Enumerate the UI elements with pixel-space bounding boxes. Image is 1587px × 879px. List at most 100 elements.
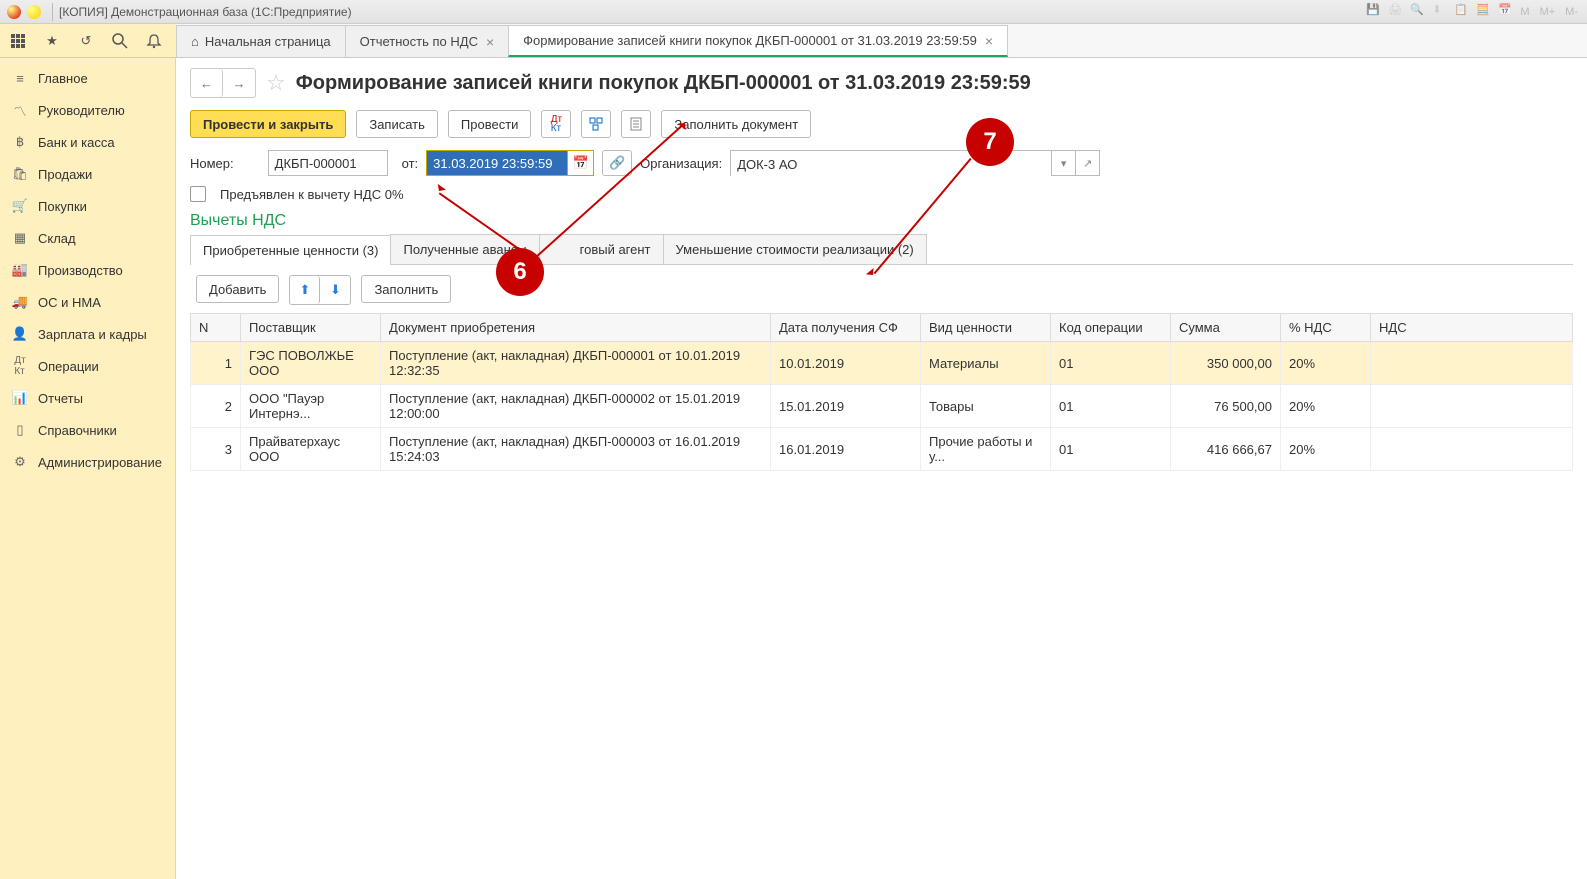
dropdown-icon[interactable] [26, 4, 42, 20]
move-down-button[interactable]: ⬇ [320, 276, 350, 304]
move-up-button[interactable]: ⬆ [290, 276, 320, 304]
apps-icon[interactable] [4, 27, 32, 55]
sidebar-item-catalogs[interactable]: ▯Справочники [0, 414, 175, 446]
tab-purchase-book[interactable]: Формирование записей книги покупок ДКБП-… [508, 25, 1008, 57]
topbar-tools: ★ ↺ [0, 24, 176, 57]
post-and-close-button[interactable]: Провести и закрыть [190, 110, 346, 138]
mem-mminus[interactable]: M- [1562, 6, 1581, 18]
sidebar-item-label: Покупки [38, 199, 87, 214]
subtab-acquired[interactable]: Приобретенные ценности (3) [190, 235, 391, 265]
table-row[interactable]: 3Прайватерхаус ОООПоступление (акт, накл… [191, 428, 1573, 471]
calendar-picker-icon[interactable]: 📅 [567, 151, 593, 175]
col-doc[interactable]: Документ приобретения [381, 314, 771, 342]
cell-type: Материалы [921, 342, 1051, 385]
history-icon[interactable]: ↺ [72, 27, 100, 55]
document-button[interactable] [621, 110, 651, 138]
post-button[interactable]: Провести [448, 110, 532, 138]
mem-m[interactable]: M [1517, 6, 1532, 18]
back-button[interactable]: ← [191, 69, 223, 97]
tab-start-page[interactable]: ⌂ Начальная страница [176, 25, 346, 57]
date-label: от: [402, 156, 419, 171]
sidebar-item-sales[interactable]: 🛍 Продажи [0, 158, 175, 190]
menu-icon: ≡ [12, 70, 28, 86]
cell-doc: Поступление (акт, накладная) ДКБП-000002… [381, 385, 771, 428]
sidebar-item-operations[interactable]: ДтКтОперации [0, 350, 175, 382]
forward-button[interactable]: → [223, 69, 255, 97]
star-icon[interactable]: ★ [38, 27, 66, 55]
cell-vat: 20% [1281, 342, 1371, 385]
mem-mplus[interactable]: M+ [1537, 6, 1559, 18]
col-type[interactable]: Вид ценности [921, 314, 1051, 342]
bank-icon: ฿ [12, 134, 28, 150]
vat0-checkbox[interactable] [190, 186, 206, 202]
sidebar-item-manager[interactable]: 〽Руководителю [0, 94, 175, 126]
sidebar-item-label: Продажи [38, 167, 92, 182]
close-icon[interactable]: × [486, 34, 494, 50]
sidebar-item-warehouse[interactable]: ▦Склад [0, 222, 175, 254]
cell-n: 3 [191, 428, 241, 471]
fill-rows-button[interactable]: Заполнить [361, 275, 451, 303]
sidebar-item-purchases[interactable]: 🛒Покупки [0, 190, 175, 222]
window-title: [КОПИЯ] Демонстрационная база (1С:Предпр… [59, 5, 352, 19]
dtkt-icon: ДтКт [12, 358, 28, 374]
table-row[interactable]: 1ГЭС ПОВОЛЖЬЕ ОООПоступление (акт, накла… [191, 342, 1573, 385]
col-supplier[interactable]: Поставщик [241, 314, 381, 342]
sidebar-item-main[interactable]: ≡ Главное [0, 62, 175, 94]
chart-icon: 〽 [12, 102, 28, 118]
copy-icon[interactable]: 📋 [1451, 3, 1469, 21]
cell-vatsum [1371, 428, 1573, 471]
calendar-icon[interactable]: 📅 [1495, 3, 1513, 21]
cell-vat: 20% [1281, 385, 1371, 428]
print-icon[interactable]: 🖨 [1385, 3, 1403, 21]
download-icon[interactable]: ⬇ [1429, 3, 1447, 21]
open-icon[interactable]: ↗ [1075, 151, 1099, 175]
add-row-button[interactable]: Добавить [196, 275, 279, 303]
col-vat[interactable]: % НДС [1281, 314, 1371, 342]
cell-type: Прочие работы и у... [921, 428, 1051, 471]
bag-icon: 🛍 [12, 166, 28, 182]
write-button[interactable]: Записать [356, 110, 438, 138]
org-label: Организация: [640, 156, 722, 171]
date-field-wrap: 31.03.2019 23:59:59 📅 [426, 150, 594, 176]
tab-label: Отчетность по НДС [360, 34, 478, 49]
dtkt-button[interactable]: ДтКт [541, 110, 571, 138]
cell-doc: Поступление (акт, накладная) ДКБП-000003… [381, 428, 771, 471]
tree-button[interactable] [581, 110, 611, 138]
date-field[interactable]: 31.03.2019 23:59:59 [427, 151, 567, 175]
col-sum[interactable]: Сумма [1171, 314, 1281, 342]
col-vatsum[interactable]: НДС [1371, 314, 1573, 342]
preview-icon[interactable]: 🔍 [1407, 3, 1425, 21]
sidebar-item-production[interactable]: 🏭Производство [0, 254, 175, 286]
calc-icon[interactable]: 🧮 [1473, 3, 1491, 21]
sidebar-item-label: Администрирование [38, 455, 162, 470]
factory-icon: 🏭 [12, 262, 28, 278]
search-icon[interactable] [106, 27, 134, 55]
section-title: Вычеты НДС [190, 212, 1573, 230]
bell-icon[interactable] [140, 27, 168, 55]
table-row[interactable]: 2ООО "Пауэр Интернэ...Поступление (акт, … [191, 385, 1573, 428]
sidebar-item-payroll[interactable]: 👤Зарплата и кадры [0, 318, 175, 350]
sidebar-item-label: Главное [38, 71, 88, 86]
sidebar-item-admin[interactable]: ⚙Администрирование [0, 446, 175, 478]
cell-sum: 350 000,00 [1171, 342, 1281, 385]
sidebar-item-reports[interactable]: 📊Отчеты [0, 382, 175, 414]
close-icon[interactable]: × [985, 33, 993, 49]
home-icon: ⌂ [191, 34, 199, 49]
vat0-label: Предъявлен к вычету НДС 0% [220, 187, 404, 202]
cell-supplier: ООО "Пауэр Интернэ... [241, 385, 381, 428]
col-date[interactable]: Дата получения СФ [771, 314, 921, 342]
favorite-star-icon[interactable]: ☆ [266, 70, 286, 96]
tab-vat-reports[interactable]: Отчетность по НДС × [345, 25, 510, 57]
people-icon: 👤 [12, 326, 28, 342]
number-field[interactable]: ДКБП-000001 [268, 150, 388, 176]
sidebar-item-bank[interactable]: ฿Банк и касса [0, 126, 175, 158]
col-op[interactable]: Код операции [1051, 314, 1171, 342]
dropdown-icon[interactable]: ▾ [1051, 151, 1075, 175]
callout-6: 6 [496, 248, 544, 296]
save-icon[interactable]: 💾 [1363, 3, 1381, 21]
nav-back-forward: ← → [190, 68, 256, 98]
col-n[interactable]: N [191, 314, 241, 342]
cell-date: 16.01.2019 [771, 428, 921, 471]
sidebar-item-assets[interactable]: 🚚ОС и НМА [0, 286, 175, 318]
cell-vatsum [1371, 385, 1573, 428]
